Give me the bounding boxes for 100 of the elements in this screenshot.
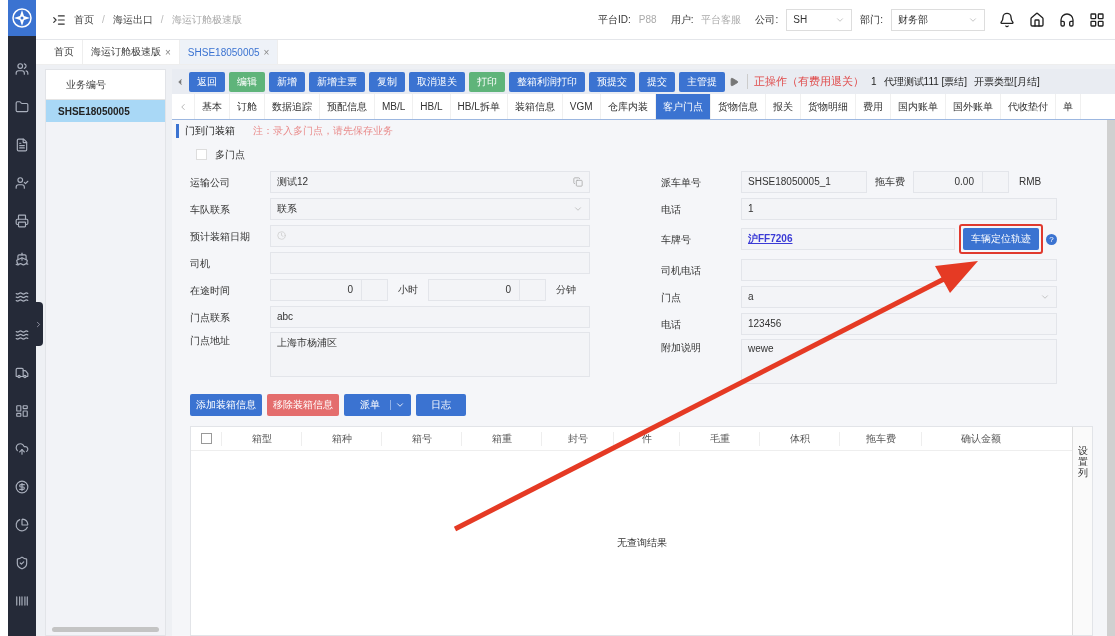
department-label: 部门: (860, 12, 883, 27)
column-heading: 业务编号 (46, 70, 165, 100)
field-label: 在途时间 (190, 283, 231, 298)
toolbar-button[interactable]: 取消退关 (409, 71, 465, 92)
toolbar-button[interactable]: 主管提 (679, 71, 725, 92)
platform-id: P88 (638, 14, 657, 25)
column-header: 箱重 (461, 431, 541, 446)
select-all-checkbox[interactable] (200, 433, 212, 444)
field-label: 电话 (661, 202, 682, 217)
unit-label: 分钟 (556, 282, 576, 297)
field-label: 拖车费 (875, 174, 905, 189)
note-text: 注：录入多门点，请先保存业务 (253, 124, 393, 138)
department-select[interactable]: 财务部 (891, 8, 985, 31)
toolbar-button[interactable]: 预提交 (589, 71, 635, 92)
breadcrumb-separator: / (160, 14, 164, 25)
pie-chart-icon[interactable] (15, 518, 29, 532)
column-settings-button[interactable]: 设置列 (1072, 427, 1092, 635)
scroll-right-icon[interactable] (729, 76, 739, 87)
number-field[interactable]: 0 (428, 278, 546, 301)
toolbar-button[interactable]: 新增主票 (309, 71, 365, 92)
action-button[interactable]: 日志 (416, 394, 466, 416)
shield-check-icon[interactable] (15, 556, 29, 570)
sidebar-toggle[interactable] (34, 302, 43, 346)
field-label: 预计装箱日期 (190, 229, 251, 244)
field-label: 司机电话 (661, 263, 702, 278)
help-icon[interactable]: ? (1046, 233, 1057, 245)
column-header: 箱种 (301, 431, 381, 446)
text-area[interactable]: 上海市杨浦区 (270, 332, 590, 377)
document-icon[interactable] (15, 138, 29, 152)
date-field[interactable] (270, 224, 590, 247)
waves-icon[interactable] (15, 328, 29, 342)
field-label: 门点地址 (190, 334, 231, 348)
column-header: 箱型 (221, 431, 301, 446)
waves-icon[interactable] (15, 290, 29, 304)
number-field[interactable]: 0 (270, 278, 388, 301)
user-check-icon[interactable] (15, 176, 29, 190)
record-item[interactable]: SHSE18050005 (46, 100, 165, 122)
status-text: 正操作（有费用退关） (747, 74, 864, 89)
bell-icon[interactable] (999, 11, 1015, 28)
checkbox-label: 多门点 (215, 147, 245, 162)
empty-text: 无查询结果 (616, 536, 667, 550)
cloud-upload-icon[interactable] (15, 442, 29, 456)
toolbar-button[interactable]: 复制 (369, 71, 405, 92)
toolbar-button[interactable]: 新增 (269, 71, 305, 92)
field-label: 派车单号 (661, 175, 702, 190)
barcode-icon[interactable] (15, 594, 29, 608)
input-field[interactable] (741, 258, 1057, 281)
input-field[interactable]: 1 (741, 197, 1057, 220)
grid-icon[interactable] (1089, 11, 1105, 28)
coin-icon[interactable] (15, 480, 29, 494)
checkbox[interactable] (196, 149, 207, 160)
scroll-left-icon[interactable] (175, 76, 185, 87)
select-field[interactable]: 联系 (270, 197, 590, 220)
detail-tab[interactable]: 客户门点 (655, 94, 711, 119)
action-button[interactable]: 派单 (344, 394, 411, 416)
company-label: 公司: (755, 12, 779, 27)
number-field[interactable]: 0.00 (913, 170, 1009, 193)
user-label: 用户: (670, 12, 694, 27)
clock-icon (277, 231, 286, 240)
input-field[interactable]: 测试12 (270, 170, 590, 193)
folder-icon[interactable] (15, 100, 29, 114)
company-select[interactable]: SH (786, 8, 853, 31)
select-field[interactable]: a (741, 285, 1057, 308)
ship-icon[interactable] (15, 252, 29, 266)
platform-label: 平台ID: (598, 12, 631, 27)
section-title: 门到门装箱 (176, 124, 235, 138)
headset-icon[interactable] (1059, 11, 1075, 28)
toolbar-button[interactable]: 提交 (639, 71, 675, 92)
breadcrumb-item[interactable]: 首页 (74, 12, 94, 27)
input-field[interactable]: abc (270, 305, 590, 328)
input-field[interactable]: 123456 (741, 312, 1057, 335)
column-header: 拖车费 (839, 431, 921, 446)
page-tab[interactable]: SHSE18050005 × (179, 40, 279, 64)
chevron-down-icon[interactable] (395, 400, 405, 410)
breadcrumb-item[interactable]: 海运出口 (112, 12, 153, 27)
input-field[interactable]: 沪FF7206 (741, 228, 955, 250)
vehicle-track-button[interactable]: 车辆定位轨迹 (963, 228, 1039, 250)
breadcrumb-separator: / (102, 14, 105, 25)
plate-link[interactable]: 沪FF7206 (748, 232, 793, 246)
column-header: 件 (613, 431, 679, 446)
menu-icon[interactable] (52, 12, 66, 27)
column-header: 箱号 (381, 431, 461, 446)
printer-icon[interactable] (15, 214, 29, 228)
dashboard-icon[interactable] (15, 404, 29, 418)
agent-text: 代理测试111 [票结] (883, 74, 968, 89)
text-area[interactable]: wewe (741, 339, 1057, 384)
home-icon[interactable] (1029, 11, 1045, 28)
field-label: 司机 (190, 256, 211, 271)
column-header: 体积 (759, 431, 839, 446)
toolbar-button[interactable]: 整箱利润打印 (509, 71, 585, 92)
invoice-type-text: 开票类型[月结] (974, 74, 1040, 89)
toolbar-button[interactable]: 返回 (189, 71, 225, 92)
users-icon[interactable] (15, 62, 29, 76)
field-label: 门点 (661, 290, 682, 305)
truck-icon[interactable] (15, 366, 29, 380)
unit-label: 小时 (398, 282, 418, 297)
action-button[interactable]: 添加装箱信息 (190, 394, 262, 416)
count-text: 1 (871, 76, 877, 87)
input-field[interactable]: SHSE18050005_1 (741, 170, 867, 193)
close-icon[interactable]: × (165, 46, 171, 58)
